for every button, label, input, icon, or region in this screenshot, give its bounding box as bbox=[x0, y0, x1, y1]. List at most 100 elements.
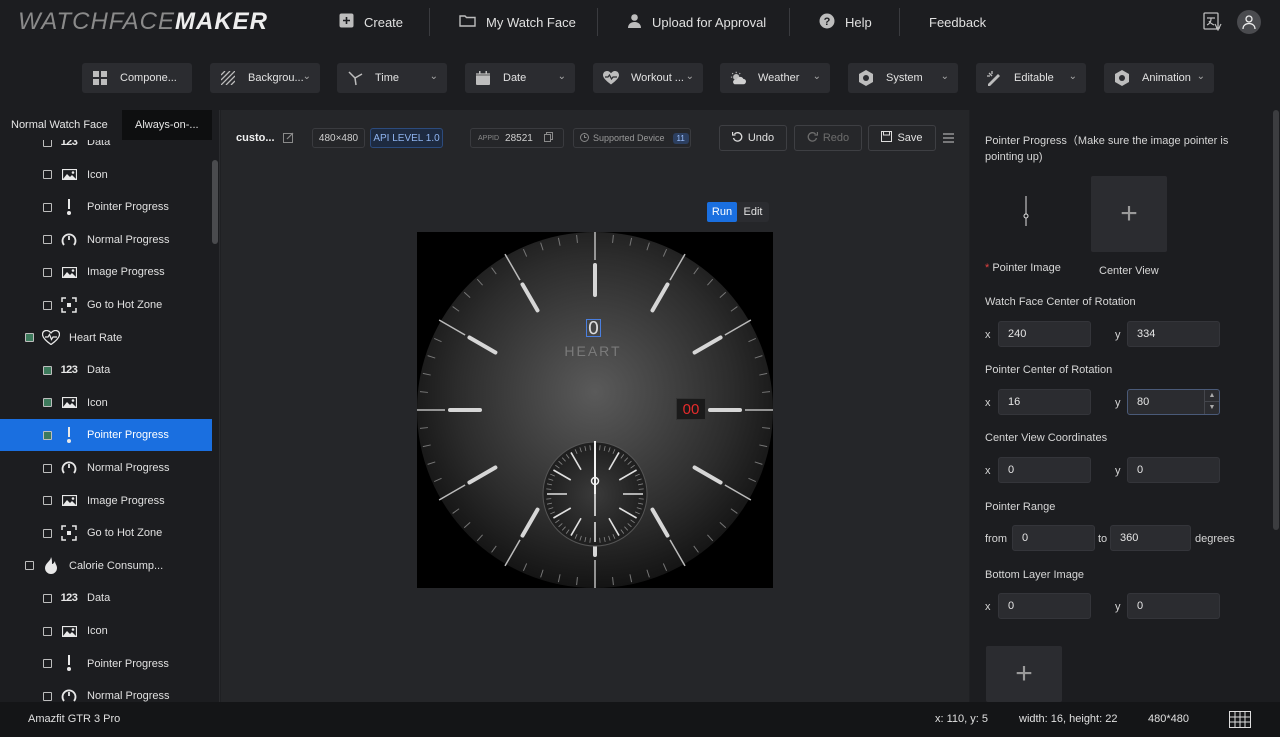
category-animation[interactable]: Animation ⌄ bbox=[1104, 63, 1214, 93]
image-icon bbox=[60, 266, 78, 278]
category-date[interactable]: Date ⌄ bbox=[465, 63, 575, 93]
category-time[interactable]: Time ⌄ bbox=[337, 63, 447, 93]
visibility-checkbox[interactable] bbox=[43, 398, 52, 408]
category-system[interactable]: System ⌄ bbox=[848, 63, 958, 93]
tree-item-icon[interactable]: Icon bbox=[0, 615, 212, 647]
tree-item-data[interactable]: 123 Data bbox=[0, 582, 212, 614]
tree-item-normal-progress[interactable]: Normal Progress bbox=[0, 452, 212, 484]
nav-upload[interactable]: Upload for Approval bbox=[627, 0, 766, 44]
visibility-checkbox[interactable] bbox=[43, 463, 52, 473]
cv-y-input[interactable]: 0 bbox=[1127, 457, 1220, 483]
tree-item-go-to-hot-zone[interactable]: Go to Hot Zone bbox=[0, 289, 212, 321]
category-component[interactable]: Compone... bbox=[82, 63, 192, 93]
tree-item-image-progress[interactable]: Image Progress bbox=[0, 485, 212, 517]
tree-item-calorie-consump[interactable]: Calorie Consump... bbox=[0, 550, 212, 582]
visibility-checkbox[interactable] bbox=[43, 659, 52, 669]
tree-item-icon[interactable]: Icon bbox=[0, 159, 212, 191]
edit-name-icon[interactable] bbox=[283, 132, 294, 146]
edit-button[interactable]: Edit bbox=[737, 202, 769, 222]
heart-icon bbox=[42, 330, 60, 346]
ptr-center-label: Pointer Center of Rotation bbox=[985, 364, 1113, 376]
tree-item-normal-progress[interactable]: Normal Progress bbox=[0, 680, 212, 702]
tree-item-label: Icon bbox=[87, 625, 108, 637]
visibility-checkbox[interactable] bbox=[43, 202, 52, 212]
supported-device-badge[interactable]: Supported Device 11 bbox=[573, 128, 691, 148]
save-button[interactable]: Save bbox=[868, 125, 936, 151]
tree-item-label: Pointer Progress bbox=[87, 657, 169, 670]
nav-help[interactable]: ? Help bbox=[819, 0, 872, 44]
watch-face-name[interactable]: custo... bbox=[236, 132, 275, 144]
visibility-checkbox[interactable] bbox=[43, 300, 52, 310]
tree-item-heart-rate[interactable]: Heart Rate bbox=[0, 322, 212, 354]
device-name: Amazfit GTR 3 Pro bbox=[28, 713, 121, 725]
visibility-checkbox[interactable] bbox=[43, 528, 52, 538]
visibility-checkbox[interactable] bbox=[43, 626, 52, 636]
visibility-checkbox[interactable] bbox=[43, 140, 52, 147]
app-logo[interactable]: WATCHFACEMAKER bbox=[18, 8, 268, 36]
avatar[interactable] bbox=[1237, 10, 1261, 34]
undo-button[interactable]: Undo bbox=[719, 125, 787, 151]
visibility-checkbox[interactable] bbox=[43, 170, 52, 180]
visibility-checkbox[interactable] bbox=[25, 561, 34, 571]
wf-center-label: Watch Face Center of Rotation bbox=[985, 296, 1136, 308]
run-button[interactable]: Run bbox=[707, 202, 737, 222]
ptr-center-x-input[interactable]: 16 bbox=[998, 389, 1091, 415]
nav-feedback[interactable]: Feedback bbox=[929, 0, 986, 44]
stepper-down-icon[interactable]: ▼ bbox=[1205, 402, 1219, 413]
tree-item-go-to-hot-zone[interactable]: Go to Hot Zone bbox=[0, 517, 212, 549]
visibility-checkbox[interactable] bbox=[43, 593, 52, 603]
heart-rate-label: HEART bbox=[564, 343, 622, 359]
visibility-checkbox[interactable] bbox=[43, 235, 52, 245]
redo-button[interactable]: Redo bbox=[794, 125, 862, 151]
tree-item-normal-progress[interactable]: Normal Progress bbox=[0, 224, 212, 256]
bottom-layer-upload[interactable]: + bbox=[986, 646, 1062, 702]
redo-icon bbox=[807, 131, 818, 145]
heart-rate-data[interactable]: 0 bbox=[586, 318, 601, 339]
cv-x-input[interactable]: 0 bbox=[998, 457, 1091, 483]
tab-normal-watch-face[interactable]: Normal Watch Face bbox=[0, 110, 122, 140]
tree-item-icon[interactable]: Icon bbox=[0, 387, 212, 419]
tab-always-on[interactable]: Always-on-... bbox=[122, 110, 212, 140]
wf-center-y-input[interactable]: 334 bbox=[1127, 321, 1220, 347]
visibility-checkbox[interactable] bbox=[43, 691, 52, 701]
tree-item-label: Data bbox=[87, 140, 111, 148]
component-icon bbox=[92, 71, 108, 85]
tree-item-label: Image Progress bbox=[87, 266, 165, 279]
translate-icon[interactable] bbox=[1203, 12, 1222, 34]
visibility-checkbox[interactable] bbox=[43, 430, 52, 440]
visibility-checkbox[interactable] bbox=[43, 496, 52, 506]
visibility-checkbox[interactable] bbox=[25, 333, 34, 343]
watch-preview[interactable]: 0 HEART 00 bbox=[415, 230, 775, 590]
copy-icon[interactable] bbox=[543, 131, 553, 145]
pointer-image-preview[interactable] bbox=[1020, 196, 1032, 229]
visibility-checkbox[interactable] bbox=[43, 365, 52, 375]
nav-my-watch-face[interactable]: My Watch Face bbox=[459, 0, 576, 44]
grid-icon[interactable] bbox=[1229, 711, 1251, 731]
tree-item-pointer-progress[interactable]: Pointer Progress bbox=[0, 419, 212, 452]
center-view-upload[interactable]: + bbox=[1091, 176, 1167, 252]
tree-item-pointer-progress[interactable]: Pointer Progress bbox=[0, 191, 212, 223]
nav-create[interactable]: Create bbox=[339, 0, 403, 44]
bottom-x-input[interactable]: 0 bbox=[998, 593, 1091, 619]
category-weather[interactable]: Weather ⌄ bbox=[720, 63, 830, 93]
date-display[interactable]: 00 bbox=[676, 398, 706, 420]
tree-item-pointer-progress[interactable]: Pointer Progress bbox=[0, 648, 212, 680]
tree-item-data[interactable]: 123 Data bbox=[0, 354, 212, 386]
wf-center-x-input[interactable]: 240 bbox=[998, 321, 1091, 347]
category-editable[interactable]: Editable ⌄ bbox=[976, 63, 1086, 93]
image-icon bbox=[60, 495, 78, 507]
tree-item-image-progress[interactable]: Image Progress bbox=[0, 256, 212, 288]
number-stepper[interactable]: ▲ ▼ bbox=[1204, 390, 1219, 414]
range-from-input[interactable]: 0 bbox=[1012, 525, 1095, 551]
range-to-input[interactable]: 360 bbox=[1110, 525, 1191, 551]
layer-tree-scrollbar[interactable] bbox=[212, 160, 218, 244]
clock-icon bbox=[580, 132, 589, 144]
property-panel-scrollbar[interactable] bbox=[1273, 110, 1279, 530]
bottom-y-input[interactable]: 0 bbox=[1127, 593, 1220, 619]
visibility-checkbox[interactable] bbox=[43, 267, 52, 277]
stepper-up-icon[interactable]: ▲ bbox=[1205, 390, 1219, 402]
tree-item-data[interactable]: 123 Data bbox=[0, 140, 212, 158]
menu-icon[interactable] bbox=[943, 132, 954, 146]
category-background[interactable]: Backgrou... ⌄ bbox=[210, 63, 320, 93]
category-workout[interactable]: Workout ... ⌄ bbox=[593, 63, 703, 93]
